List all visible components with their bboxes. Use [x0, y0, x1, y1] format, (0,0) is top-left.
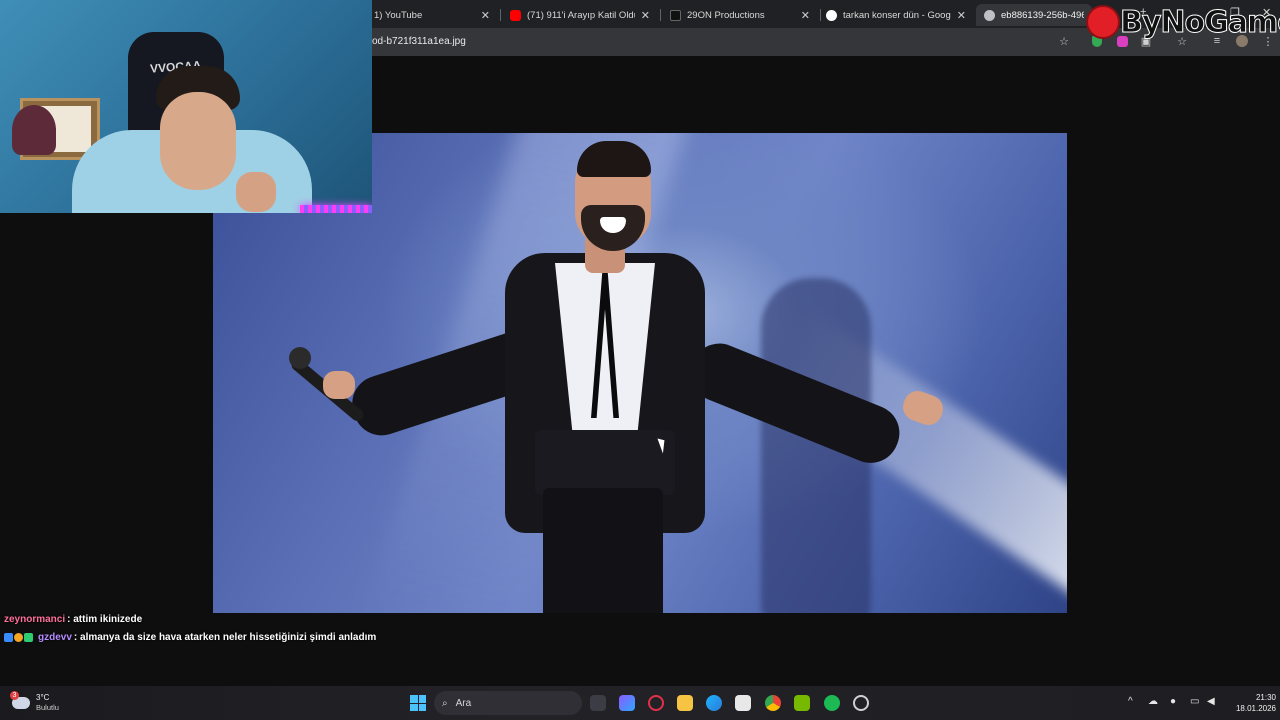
- edge-icon[interactable]: [706, 695, 722, 711]
- youtube-favicon-icon: [510, 9, 521, 21]
- network-icon[interactable]: ▭: [1190, 696, 1199, 707]
- spotify-icon[interactable]: [824, 695, 840, 711]
- chat-badge-icon: [14, 632, 23, 642]
- chat-username: gzdevv: [38, 631, 72, 643]
- search-icon: ⌕: [442, 697, 448, 709]
- bookmark-star-icon[interactable]: ☆: [1057, 34, 1071, 48]
- performer-sequin-waist: [535, 430, 675, 495]
- microphone-icon[interactable]: ●: [1170, 696, 1176, 707]
- globe-favicon-icon: [984, 9, 995, 21]
- screen: 1) YouTube ✕ (71) 911'i Arayıp Katil Old…: [0, 0, 1280, 720]
- stream-chat: zeynormanci : attim ikinizede gzdevv : a…: [4, 610, 376, 646]
- copilot-icon[interactable]: [619, 695, 635, 711]
- weather-condition: Bulutlu: [36, 703, 59, 712]
- close-tab-icon[interactable]: ✕: [641, 9, 650, 22]
- streamer-face: [160, 92, 236, 190]
- windows-start-icon[interactable]: [410, 695, 426, 711]
- bynogame-logo-text: ByNoGame: [1120, 4, 1280, 40]
- task-view-icon[interactable]: [590, 695, 606, 711]
- chevron-up-icon[interactable]: ^: [1128, 696, 1133, 707]
- tab-separator: [660, 9, 661, 21]
- store-icon[interactable]: [735, 695, 751, 711]
- streamer-webcam: VVOCAA: [0, 0, 372, 213]
- settings-gear-icon[interactable]: [853, 695, 869, 711]
- tab-title: 29ON Productions: [687, 9, 765, 21]
- tab-911-video[interactable]: (71) 911'i Arayıp Katil Olduğun ✕: [502, 4, 658, 26]
- taskbar-search[interactable]: ⌕ Ara: [434, 691, 582, 715]
- file-explorer-icon[interactable]: [677, 695, 693, 711]
- tab-title: (71) 911'i Arayıp Katil Olduğun: [527, 9, 635, 21]
- tab-title: 1) YouTube: [374, 9, 423, 21]
- clock-time: 21:30: [1255, 693, 1276, 702]
- cap-on-shelf: [12, 105, 56, 155]
- address-bar-url[interactable]: od-b721f311a1ea.jpg: [372, 36, 466, 47]
- tab-title: tarkan konser dün - Google'da: [843, 9, 951, 21]
- bynogame-logo: ByNoGame: [1088, 2, 1280, 42]
- chat-text: : attim ikinizede: [67, 613, 143, 625]
- onedrive-icon[interactable]: ☁: [1148, 696, 1158, 707]
- chat-message: gzdevv : almanya da size hava atarken ne…: [4, 628, 376, 646]
- tab-separator: [500, 9, 501, 21]
- performer-left-hand: [323, 371, 355, 399]
- bynogame-mark-icon: [1088, 7, 1118, 37]
- cloud-icon: 3: [10, 691, 30, 709]
- rgb-led-strip: [300, 205, 372, 213]
- 29on-favicon-icon: [670, 9, 681, 21]
- chat-text: : almanya da size hava atarken neler his…: [73, 631, 377, 643]
- system-clock[interactable]: 21:30 18.01.2026: [1226, 692, 1276, 714]
- close-tab-icon[interactable]: ✕: [957, 9, 966, 22]
- chat-message: zeynormanci : attim ikinizede: [4, 610, 376, 628]
- clock-date: 18.01.2026: [1235, 704, 1276, 713]
- close-tab-icon[interactable]: ✕: [801, 9, 810, 22]
- nvidia-icon[interactable]: [794, 695, 810, 711]
- chat-username: zeynormanci: [4, 613, 66, 625]
- tab-title: eb886139-256b-4969-91: [1001, 9, 1084, 21]
- microphone-head: [289, 347, 311, 369]
- opera-icon[interactable]: [648, 695, 664, 711]
- streamer-hand: [236, 172, 276, 212]
- chrome-icon[interactable]: [765, 695, 781, 711]
- weather-temp: 3°C: [36, 693, 50, 702]
- tab-image-active[interactable]: eb886139-256b-4969-91: [976, 4, 1092, 26]
- volume-icon[interactable]: ◀: [1207, 696, 1215, 707]
- search-placeholder: Ara: [455, 697, 472, 709]
- tab-youtube[interactable]: 1) YouTube ✕: [366, 4, 498, 26]
- chat-badge-icon: [24, 632, 33, 642]
- performer-trousers: [543, 488, 663, 613]
- tab-google-search[interactable]: tarkan konser dün - Google'da ✕: [818, 4, 974, 26]
- google-favicon-icon: [826, 9, 837, 21]
- close-tab-icon[interactable]: ✕: [481, 9, 490, 22]
- weather-widget[interactable]: 3 3°C Bulutlu: [10, 691, 59, 713]
- tab-29on-productions[interactable]: 29ON Productions ✕: [662, 4, 818, 26]
- chat-badge-icon: [4, 632, 13, 642]
- windows-taskbar: 3 3°C Bulutlu ⌕ Ara ^ ☁ ● ▭ ◀ 21:30 18.0…: [0, 686, 1280, 720]
- weather-badge: 3: [10, 691, 19, 700]
